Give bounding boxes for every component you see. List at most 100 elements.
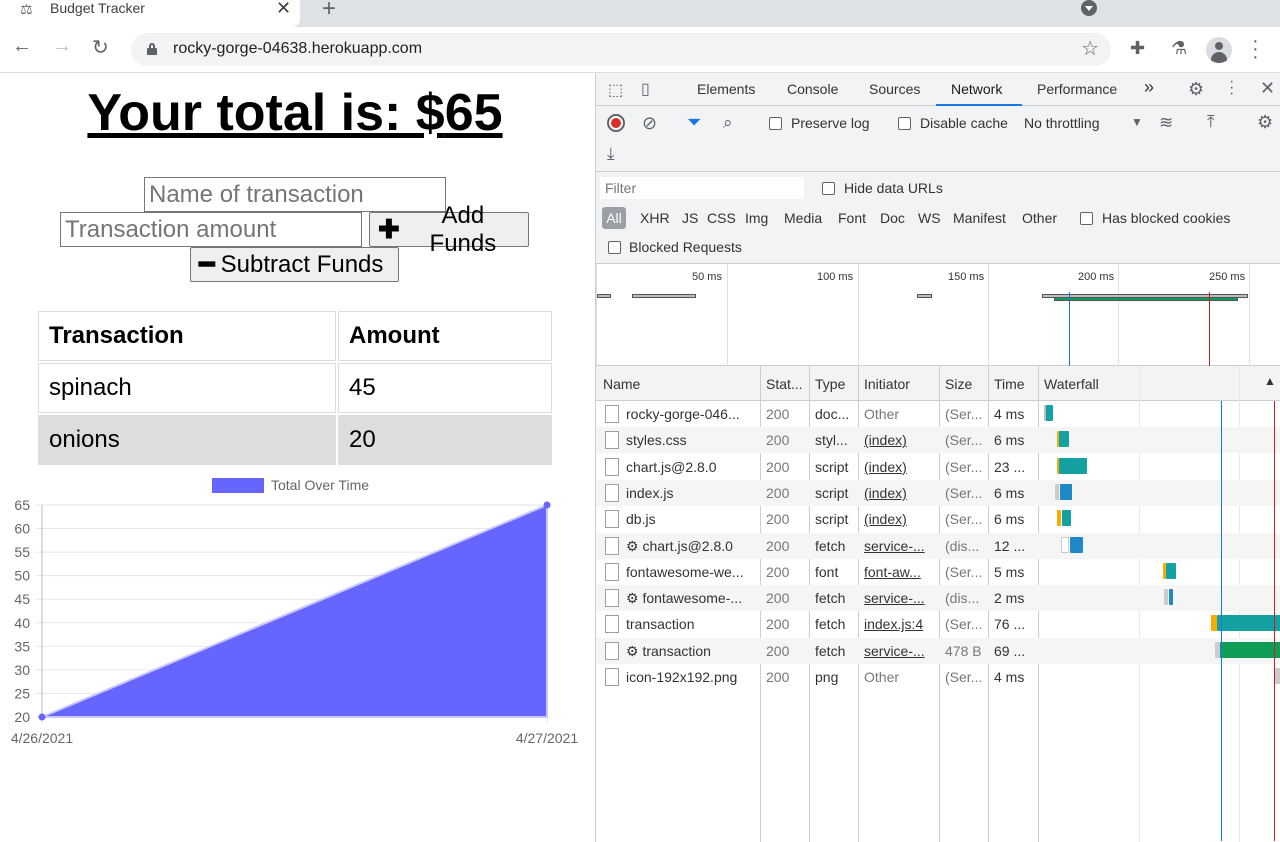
- type-filter-manifest[interactable]: Manifest: [953, 210, 1006, 226]
- row-amount: 20: [338, 415, 552, 465]
- request-row[interactable]: db.js 200 script (index) (Ser... 6 ms: [596, 506, 1280, 532]
- type-filter-font[interactable]: Font: [838, 210, 866, 226]
- throttling-select[interactable]: No throttling: [1024, 115, 1099, 131]
- bookmark-star-icon[interactable]: ☆: [1081, 36, 1099, 61]
- network-settings-gear-icon[interactable]: ⚙: [1257, 112, 1273, 133]
- settings-gear-icon[interactable]: ⚙: [1188, 79, 1204, 100]
- timeline-label: 250 ms: [1209, 271, 1246, 283]
- column-status[interactable]: Stat...: [766, 376, 803, 392]
- type-filter-img[interactable]: Img: [745, 210, 768, 226]
- request-initiator[interactable]: index.js:4: [864, 616, 936, 632]
- file-icon: [605, 562, 619, 581]
- request-initiator[interactable]: (index): [864, 485, 936, 501]
- request-row[interactable]: index.js 200 script (index) (Ser... 6 ms: [596, 479, 1280, 506]
- column-size[interactable]: Size: [945, 376, 972, 392]
- tab-elements[interactable]: Elements: [697, 81, 755, 97]
- transaction-name-input[interactable]: [144, 177, 446, 212]
- device-toolbar-icon[interactable]: ▯: [641, 79, 650, 99]
- reload-icon[interactable]: ↻: [92, 35, 109, 60]
- lock-icon[interactable]: [147, 43, 157, 55]
- tab-console[interactable]: Console: [787, 81, 838, 97]
- request-size: (Ser...: [945, 406, 983, 422]
- timeline-gridline: [1249, 264, 1250, 366]
- request-row[interactable]: ⚙ transaction 200 fetch service-... 478 B 69 …: [596, 637, 1280, 664]
- request-initiator[interactable]: service-...: [864, 538, 936, 554]
- chevron-down-icon[interactable]: ▼: [1131, 115, 1143, 129]
- type-filter-other[interactable]: Other: [1022, 210, 1057, 226]
- disable-cache-checkbox[interactable]: [898, 117, 911, 130]
- request-row[interactable]: styles.css 200 styl... (index) (Ser... 6 ms: [596, 427, 1280, 454]
- total-over-time-chart[interactable]: 65605550454035302520 4/26/2021 4/27/2021 …: [0, 471, 595, 771]
- add-funds-button[interactable]: ✚ Add Funds: [369, 202, 529, 257]
- new-tab-icon[interactable]: +: [322, 0, 336, 23]
- waterfall-bar: [1059, 457, 1087, 474]
- address-bar[interactable]: rocky-gorge-04638.herokuapp.com ☆: [131, 33, 1111, 66]
- request-initiator[interactable]: service-...: [864, 590, 936, 606]
- more-tabs-icon[interactable]: »: [1144, 77, 1154, 98]
- type-filter-xhr[interactable]: XHR: [640, 210, 670, 226]
- browser-toolbar: ← → ↻ rocky-gorge-04638.herokuapp.com ☆ …: [0, 27, 1280, 73]
- network-conditions-wifi-icon[interactable]: ≋: [1159, 113, 1173, 133]
- request-name: icon-192x192.png: [626, 669, 738, 685]
- type-filter-doc[interactable]: Doc: [880, 210, 905, 226]
- legend-label: Total Over Time: [271, 477, 369, 493]
- request-row[interactable]: rocky-gorge-046... 200 doc... Other (Ser... 4…: [596, 401, 1280, 427]
- type-filter-all[interactable]: All: [602, 207, 626, 229]
- search-icon[interactable]: ⌕: [723, 113, 733, 133]
- tab-sources[interactable]: Sources: [869, 81, 920, 97]
- url-text[interactable]: rocky-gorge-04638.herokuapp.com: [173, 40, 422, 58]
- record-icon[interactable]: [607, 114, 625, 132]
- request-row[interactable]: icon-192x192.png 200 png Other (Ser... 4 ms: [596, 664, 1280, 690]
- tab-strip: ⚖ Budget Tracker ✕ +: [0, 0, 1280, 27]
- inspect-element-icon[interactable]: ⬚: [608, 80, 623, 100]
- flask-icon[interactable]: ⚗: [1171, 38, 1187, 59]
- column-initiator[interactable]: Initiator: [864, 376, 910, 392]
- browser-menu-icon[interactable]: · · ·: [1252, 31, 1259, 67]
- request-initiator[interactable]: (index): [864, 511, 936, 527]
- close-tab-icon[interactable]: ✕: [276, 0, 291, 19]
- filter-funnel-icon[interactable]: ⏷: [687, 112, 701, 133]
- request-initiator[interactable]: (index): [864, 459, 936, 475]
- type-filter-media[interactable]: Media: [784, 210, 822, 226]
- request-row[interactable]: ⚙ fontawesome-... 200 fetch service-... (dis…: [596, 585, 1280, 612]
- request-initiator[interactable]: service-...: [864, 643, 936, 659]
- request-row[interactable]: ⚙ chart.js@2.8.0 200 fetch service-... (dis.…: [596, 532, 1280, 559]
- hide-data-urls-checkbox[interactable]: [822, 182, 835, 195]
- tab-network[interactable]: Network: [951, 81, 1002, 97]
- devtools-menu-icon[interactable]: · · ·: [1229, 74, 1234, 102]
- extensions-puzzle-icon[interactable]: ✚: [1130, 38, 1145, 59]
- request-row[interactable]: fontawesome-we... 200 font font-aw... (Ser..…: [596, 559, 1280, 585]
- preserve-log-checkbox[interactable]: [769, 117, 782, 130]
- request-time: 6 ms: [994, 511, 1025, 528]
- request-row[interactable]: chart.js@2.8.0 200 script (index) (Ser... 23 …: [596, 454, 1280, 480]
- type-filter-css[interactable]: CSS: [707, 210, 736, 226]
- column-name[interactable]: Name: [603, 376, 640, 392]
- sort-ascending-icon[interactable]: ▲: [1264, 374, 1276, 388]
- request-type: script: [815, 458, 849, 475]
- profile-avatar[interactable]: [1206, 37, 1232, 63]
- filter-input[interactable]: [600, 177, 804, 199]
- import-har-icon[interactable]: ⤒: [1207, 112, 1215, 132]
- export-har-icon[interactable]: ⤓: [607, 144, 615, 164]
- forward-icon[interactable]: →: [52, 35, 72, 58]
- request-type: fetch: [815, 642, 846, 659]
- column-time[interactable]: Time: [994, 376, 1025, 392]
- tab-performance[interactable]: Performance: [1037, 81, 1117, 97]
- has-blocked-cookies-checkbox[interactable]: [1080, 212, 1093, 225]
- type-filter-ws[interactable]: WS: [918, 210, 941, 226]
- subtract-funds-button[interactable]: ━ Subtract Funds: [190, 247, 399, 282]
- close-devtools-icon[interactable]: ✕: [1260, 78, 1275, 99]
- request-initiator[interactable]: font-aw...: [864, 564, 936, 580]
- browser-tab[interactable]: ⚖ Budget Tracker ✕: [0, 0, 300, 27]
- blocked-requests-checkbox[interactable]: [608, 241, 621, 254]
- back-icon[interactable]: ←: [12, 35, 32, 58]
- type-filter-js[interactable]: JS: [682, 210, 698, 226]
- request-row[interactable]: transaction 200 fetch index.js:4 (Ser... 76 .…: [596, 611, 1280, 637]
- tab-search-icon[interactable]: [1081, 0, 1097, 16]
- clear-icon[interactable]: ⊘: [642, 113, 657, 134]
- column-waterfall[interactable]: Waterfall: [1044, 376, 1099, 392]
- column-type[interactable]: Type: [815, 376, 845, 392]
- request-initiator[interactable]: (index): [864, 432, 936, 448]
- transaction-amount-input[interactable]: [60, 212, 362, 247]
- network-overview-timeline[interactable]: 50 ms 100 ms 150 ms 200 ms 250 ms: [596, 264, 1280, 366]
